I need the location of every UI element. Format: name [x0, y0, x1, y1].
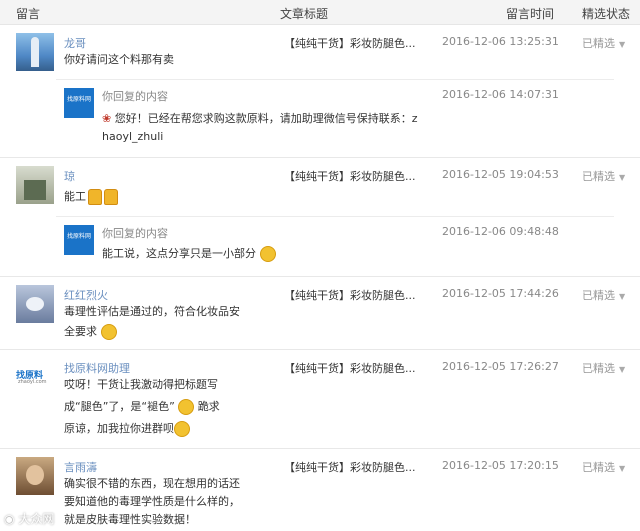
article-title[interactable]: 【纯纯干货】彩妆防腿色...: [284, 360, 416, 376]
chevron-down-icon: ▼: [619, 40, 626, 49]
brand-logo-icon: 找原料网: [64, 225, 94, 255]
reply-time: 2016-12-06 09:48:48: [442, 225, 559, 238]
reply-block: 找原料网 你回复的内容 能工说，这点分享只是一小部分 2016-12-06 09…: [56, 216, 614, 275]
article-title[interactable]: 【纯纯干货】彩妆防腿色...: [284, 35, 416, 51]
status-dropdown[interactable]: 已精选 ▼: [582, 459, 625, 475]
comment-row: 琼 能工 【纯纯干货】彩妆防腿色... 2016-12-05 19:04:53 …: [0, 158, 640, 277]
status-dropdown[interactable]: 已精选 ▼: [582, 360, 625, 376]
chevron-down-icon: ▼: [619, 173, 626, 182]
reply-label: 你回复的内容: [102, 227, 168, 240]
comment-text: 确实很不错的东西，现在想用的话还: [64, 477, 240, 490]
commenter-name[interactable]: 找原料网助理: [64, 360, 130, 376]
status-label: 已精选: [582, 289, 615, 302]
comment-time: 2016-12-05 19:04:53: [442, 168, 559, 181]
brand-logo-icon: 找原料网: [64, 88, 94, 118]
reply-text-cont: haoyl_zhuli: [102, 130, 164, 143]
avatar: 找原料 zhaoyl.com: [16, 360, 54, 388]
status-label: 已精选: [582, 461, 615, 474]
comment-text: 毒理性评估是通过的，符合化妆品安: [64, 305, 240, 318]
comment-text-cont: 全要求: [64, 323, 117, 341]
weibo-icon: ◉: [4, 512, 15, 526]
comment-time: 2016-12-05 17:20:15: [442, 459, 559, 472]
chevron-down-icon: ▼: [619, 292, 626, 301]
comment-row: 找原料 zhaoyl.com 找原料网助理 哎呀！干货让我激动得把标题写 成“腿…: [0, 350, 640, 449]
rose-icon: ❀: [102, 112, 112, 125]
status-dropdown[interactable]: 已精选 ▼: [582, 287, 625, 303]
grin-emoji-icon: [174, 421, 190, 437]
header-status: 精选状态: [582, 7, 631, 21]
avatar: [16, 166, 54, 204]
comment-text-cont: 成“腿色”了，是“褪色” 跪求: [64, 399, 220, 415]
header-time: 留言时间: [506, 7, 555, 21]
comment-text: 哎呀！干货让我激动得把标题写: [64, 378, 218, 391]
chevron-down-icon: ▼: [619, 365, 626, 374]
commenter-name[interactable]: 龙哥: [64, 35, 86, 51]
commenter-name[interactable]: 红红烈火: [64, 287, 108, 303]
comment-text: 你好请问这个料那有卖: [64, 53, 174, 66]
watermark: ◉ 大众网: [4, 512, 55, 526]
comment-row: 言雨濤 确实很不错的东西，现在想用的话还 要知道他的毒理学性质是什么样的， 就是…: [0, 449, 640, 531]
status-dropdown[interactable]: 已精选 ▼: [582, 35, 625, 51]
smile-emoji-icon: [259, 246, 276, 262]
comment-text-cont: 就是皮肤毒理性实验数据！: [64, 513, 196, 526]
comment-text-cont: 原谅，加我拉你进群呗: [64, 420, 190, 438]
comment-row: 龙哥 你好请问这个料那有卖 【纯纯干货】彩妆防腿色... 2016-12-06 …: [0, 25, 640, 158]
status-label: 已精选: [582, 170, 615, 183]
header-comment: 留言: [16, 7, 41, 21]
comment-text-cont: 要知道他的毒理学性质是什么样的，: [64, 495, 240, 508]
header-title: 文章标题: [280, 7, 329, 21]
article-title[interactable]: 【纯纯干货】彩妆防腿色...: [284, 287, 416, 303]
reply-text: ❀ 您好！已经在帮您求购这款原料，请加助理微信号保持联系：z: [102, 112, 418, 125]
commenter-name[interactable]: 琼: [64, 168, 75, 184]
avatar: [16, 457, 54, 495]
comment-time: 2016-12-06 13:25:31: [442, 35, 559, 48]
thumbs-up-icon: [88, 189, 102, 205]
reply-time: 2016-12-06 14:07:31: [442, 88, 559, 101]
reply-label: 你回复的内容: [102, 90, 168, 103]
article-title[interactable]: 【纯纯干货】彩妆防腿色...: [284, 168, 416, 184]
comment-time: 2016-12-05 17:44:26: [442, 287, 559, 300]
status-label: 已精选: [582, 362, 615, 375]
status-label: 已精选: [582, 37, 615, 50]
table-header: 留言 文章标题 留言时间 精选状态: [0, 0, 640, 25]
smile-emoji-icon: [100, 324, 117, 340]
smile-emoji-icon: [178, 399, 195, 415]
status-dropdown[interactable]: 已精选 ▼: [582, 168, 625, 184]
chevron-down-icon: ▼: [619, 464, 626, 473]
reply-text: 能工说，这点分享只是一小部分: [102, 245, 276, 263]
comment-time: 2016-12-05 17:26:27: [442, 360, 559, 373]
reply-block: 找原料网 你回复的内容 ❀ 您好！已经在帮您求购这款原料，请加助理微信号保持联系…: [56, 79, 614, 150]
article-title[interactable]: 【纯纯干货】彩妆防腿色...: [284, 459, 416, 475]
comment-row: 红红烈火 毒理性评估是通过的，符合化妆品安 全要求 【纯纯干货】彩妆防腿色...…: [0, 277, 640, 350]
avatar: [16, 285, 54, 323]
thumbs-up-icon: [104, 189, 118, 205]
comment-text: 能工: [64, 188, 118, 206]
avatar: [16, 33, 54, 71]
commenter-name[interactable]: 言雨濤: [64, 459, 97, 475]
